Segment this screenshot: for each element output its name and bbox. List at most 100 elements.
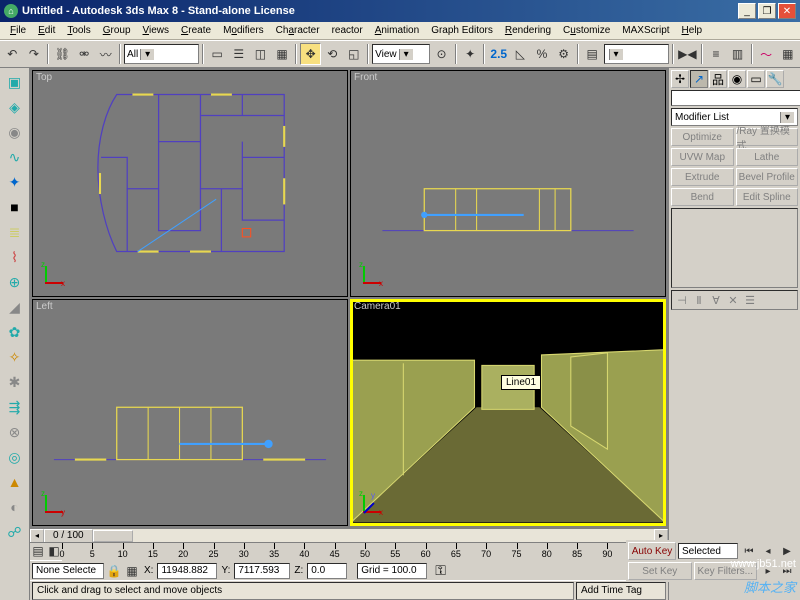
window-crossing-button[interactable]: ▦ [272, 43, 293, 65]
reactor-gear-icon[interactable]: ✿ [3, 320, 27, 344]
maximize-button[interactable]: ❐ [758, 3, 776, 19]
layers-button[interactable]: ▥ [727, 43, 748, 65]
bevel-profile-button[interactable]: Bevel Profile [736, 168, 799, 186]
reactor-fracture-icon[interactable]: ✱ [3, 370, 27, 394]
menu-tools[interactable]: Tools [61, 24, 96, 37]
transform-typein-icon[interactable]: ▦ [124, 563, 140, 579]
reactor-carwheel-icon[interactable]: ◐ [3, 495, 27, 519]
reactor-water-icon[interactable]: ■ [3, 195, 27, 219]
select-rotate-button[interactable]: ⟲ [322, 43, 343, 65]
reactor-rigid-icon[interactable]: ▣ [3, 70, 27, 94]
bind-spacewarp-button[interactable]: 〰 [95, 43, 116, 65]
reactor-rope-icon[interactable]: ∿ [3, 145, 27, 169]
extrude-button[interactable]: Extrude [671, 168, 734, 186]
menu-character[interactable]: Character [270, 24, 326, 37]
show-result-icon[interactable]: Ⅱ [691, 293, 707, 307]
reactor-plane-icon[interactable]: ◢ [3, 295, 27, 319]
menu-rendering[interactable]: Rendering [499, 24, 557, 37]
select-region-button[interactable]: ◫ [250, 43, 271, 65]
viewport-camera[interactable]: Camera01 Line01 xzy [350, 299, 666, 526]
make-unique-icon[interactable]: ∀ [708, 293, 724, 307]
reactor-wind-icon[interactable]: ⇶ [3, 395, 27, 419]
motion-tab-icon[interactable]: ◉ [728, 70, 746, 88]
scroll-left-button[interactable]: ◂ [30, 529, 44, 543]
viewport-left[interactable]: Left yz [32, 299, 348, 526]
menu-create[interactable]: Create [175, 24, 217, 37]
reactor-spring-icon[interactable]: ≣ [3, 220, 27, 244]
menu-file[interactable]: File [4, 24, 32, 37]
selection-filter-combo[interactable]: All▾ [124, 44, 199, 64]
close-button[interactable]: ✕ [778, 3, 796, 19]
menu-reactor[interactable]: reactor [326, 24, 369, 37]
snap-toggle-button[interactable]: 2.5 [488, 43, 509, 65]
hierarchy-tab-icon[interactable]: 品 [709, 70, 727, 88]
goto-end-button[interactable]: ⏭ [778, 563, 796, 579]
ray-displace-button[interactable]: /Ray 置换模式 [736, 128, 799, 146]
edit-spline-button[interactable]: Edit Spline [736, 188, 799, 206]
keyfilters-button[interactable]: Key Filters... [694, 562, 758, 580]
pin-stack-icon[interactable]: ⊣ [674, 293, 690, 307]
use-pivot-button[interactable]: ⊙ [431, 43, 452, 65]
select-button[interactable]: ▭ [207, 43, 228, 65]
create-tab-icon[interactable]: ✢ [671, 70, 689, 88]
optimize-button[interactable]: Optimize [671, 128, 734, 146]
autokey-button[interactable]: Auto Key [628, 542, 676, 560]
trackbar-toggle-icon[interactable]: ▤ [30, 543, 46, 559]
reactor-point-icon[interactable]: ◎ [3, 445, 27, 469]
select-by-name-button[interactable]: ☰ [229, 43, 250, 65]
setkey-button[interactable]: Set Key [628, 562, 692, 580]
menu-group[interactable]: Group [97, 24, 137, 37]
reactor-soft-icon[interactable]: ◉ [3, 120, 27, 144]
time-slider-thumb[interactable]: 0 / 100 [44, 529, 93, 543]
utilities-tab-icon[interactable]: 🔧 [766, 70, 784, 88]
reactor-ragdoll-icon[interactable]: ☍ [3, 520, 27, 544]
angle-snap-button[interactable]: ◺ [510, 43, 531, 65]
goto-start-button[interactable]: ⏮ [740, 543, 758, 559]
menu-edit[interactable]: Edit [32, 24, 61, 37]
ref-coord-combo[interactable]: View▾ [372, 44, 430, 64]
timeline[interactable]: ▤ ◧ 051015202530354045505560657075808590… [30, 542, 668, 560]
unlink-button[interactable]: ⚮ [74, 43, 95, 65]
undo-button[interactable]: ↶ [2, 43, 23, 65]
play-button[interactable]: ▶ [778, 543, 796, 559]
menu-views[interactable]: Views [137, 24, 176, 37]
keymode-combo[interactable]: Selected [678, 543, 738, 559]
reactor-hinge-icon[interactable]: ⊗ [3, 420, 27, 444]
viewport-top[interactable]: Top [32, 70, 348, 297]
menu-maxscript[interactable]: MAXScript [616, 24, 675, 37]
schematic-view-button[interactable]: ▦ [777, 43, 798, 65]
prev-frame-button[interactable]: ◂ [759, 543, 777, 559]
menu-modifiers[interactable]: Modifiers [217, 24, 270, 37]
reactor-prism-icon[interactable]: ▲ [3, 470, 27, 494]
object-name-input[interactable] [671, 90, 800, 106]
bend-button[interactable]: Bend [671, 188, 734, 206]
menu-help[interactable]: Help [676, 24, 709, 37]
reactor-lspring-icon[interactable]: ⌇ [3, 245, 27, 269]
lathe-button[interactable]: Lathe [736, 148, 799, 166]
viewport-front[interactable]: Front xz [350, 70, 666, 297]
curve-editor-button[interactable]: 〜 [756, 43, 777, 65]
configure-sets-icon[interactable]: ☰ [742, 293, 758, 307]
uvwmap-button[interactable]: UVW Map [671, 148, 734, 166]
reactor-motor-icon[interactable]: ⊕ [3, 270, 27, 294]
percent-snap-button[interactable]: % [532, 43, 553, 65]
selection-lock-icon[interactable]: 🔒 [106, 563, 122, 579]
viewport-hscroll[interactable]: ◂ 0 / 100 ▸ [30, 528, 668, 542]
menu-animation[interactable]: Animation [369, 24, 425, 37]
next-frame-button[interactable]: ▸ [759, 563, 777, 579]
named-sel-combo[interactable]: ▾ [604, 44, 670, 64]
named-sel-button[interactable]: ▤ [582, 43, 603, 65]
x-coord-field[interactable]: 11948.882 [157, 563, 217, 579]
menu-grapheditors[interactable]: Graph Editors [425, 24, 499, 37]
mirror-button[interactable]: ▶◀ [677, 43, 698, 65]
menu-customize[interactable]: Customize [557, 24, 616, 37]
remove-mod-icon[interactable]: ✕ [725, 293, 741, 307]
add-time-tag-button[interactable]: Add Time Tag [576, 582, 666, 600]
align-button[interactable]: ≡ [706, 43, 727, 65]
y-coord-field[interactable]: 7117.593 [234, 563, 290, 579]
modify-tab-icon[interactable]: ↗ [690, 70, 708, 88]
reactor-defmesh-icon[interactable]: ✦ [3, 170, 27, 194]
modifier-stack[interactable] [671, 208, 798, 288]
display-tab-icon[interactable]: ▭ [747, 70, 765, 88]
select-move-button[interactable]: ✥ [300, 43, 321, 65]
